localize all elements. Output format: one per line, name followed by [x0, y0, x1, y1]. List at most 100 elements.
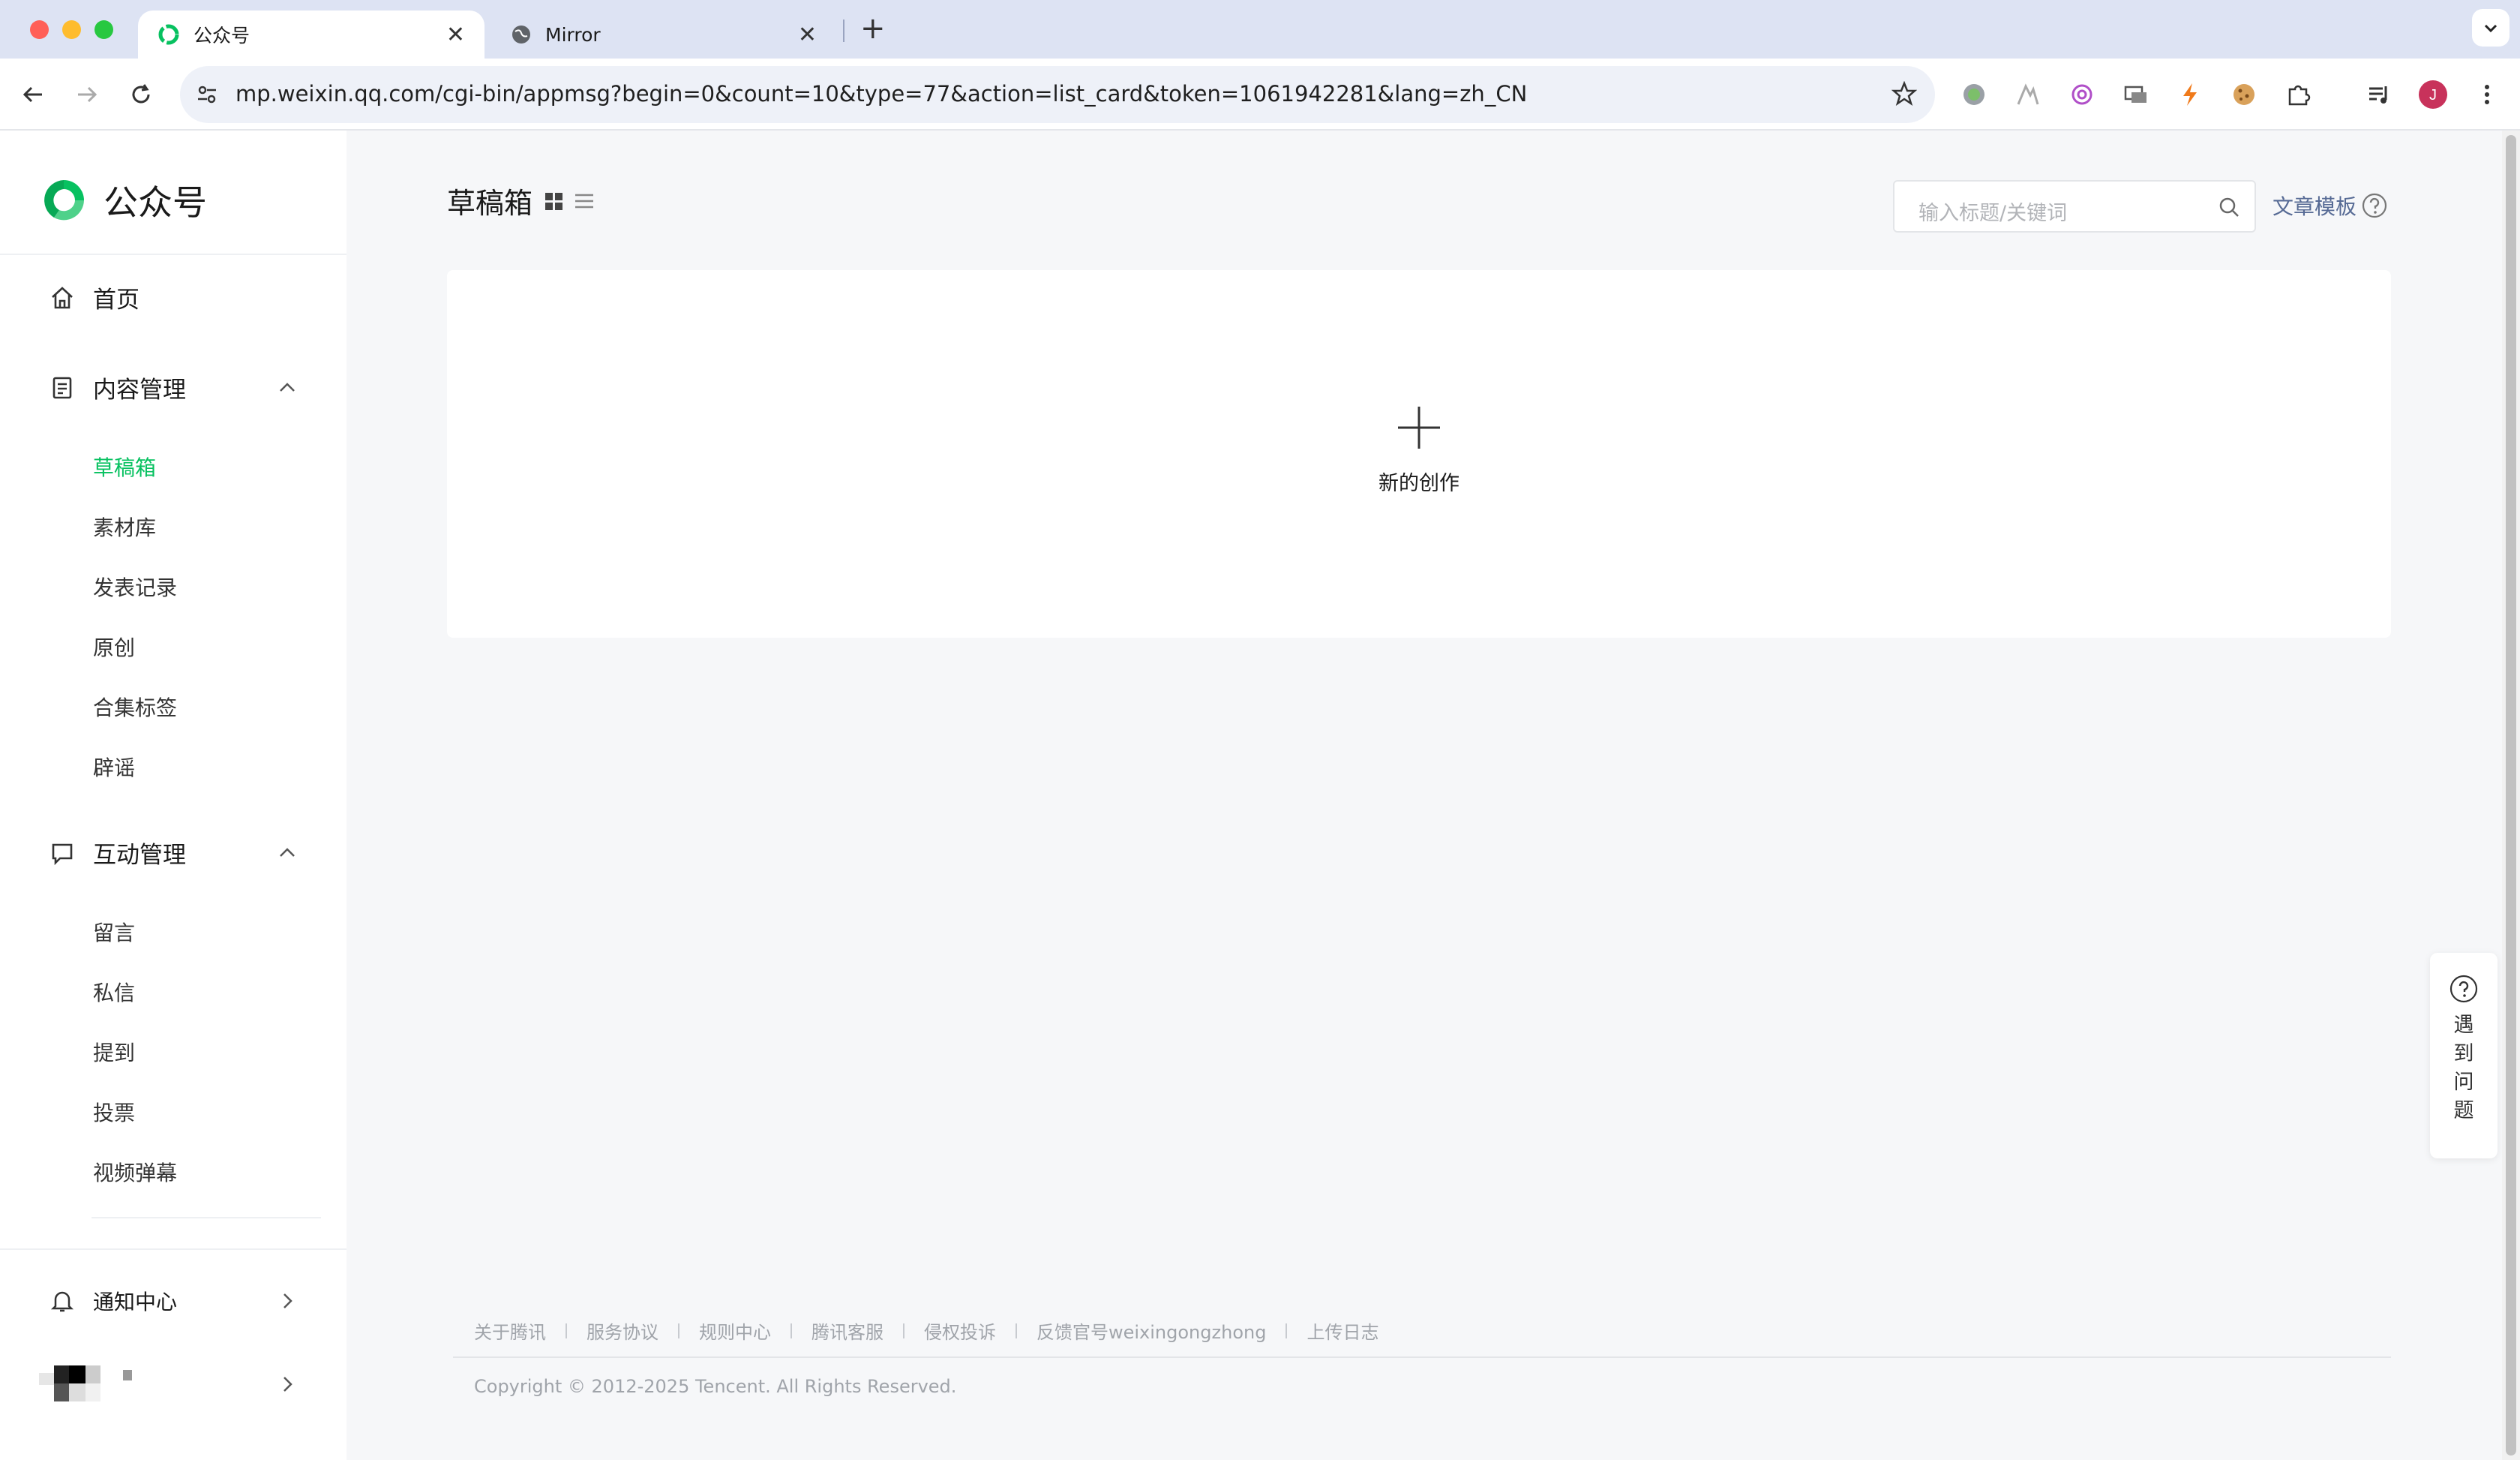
sidebar-item-messages[interactable]: 私信 — [93, 977, 135, 1007]
help-float-label: 遇 到 问 题 — [2452, 1011, 2475, 1125]
chevron-down-icon — [2484, 24, 2498, 33]
chevron-up-icon[interactable] — [276, 842, 298, 864]
profile-initial: J — [2429, 87, 2437, 104]
tab-mirror[interactable]: Mirror ✕ — [491, 11, 836, 59]
back-button[interactable] — [18, 80, 48, 110]
close-tab-icon[interactable]: ✕ — [446, 22, 465, 48]
chevron-up-icon[interactable] — [276, 377, 298, 399]
sidebar-item-video-danmaku[interactable]: 视频弹幕 — [93, 1157, 177, 1187]
weixin-favicon-icon — [158, 24, 179, 45]
sidebar-item-label: 通知中心 — [93, 1290, 178, 1314]
extensions-puzzle-icon[interactable] — [2283, 80, 2313, 110]
list-view-icon[interactable] — [573, 190, 596, 212]
sidebar-divider — [0, 1248, 346, 1250]
minimize-window-button[interactable] — [62, 20, 81, 39]
sidebar-item-notifications[interactable]: 通知中心 — [50, 1286, 304, 1316]
address-bar[interactable]: mp.weixin.qq.com/cgi-bin/appmsg?begin=0&… — [180, 66, 1935, 123]
arrow-left-icon — [22, 86, 42, 103]
footer-separator — [566, 1323, 567, 1338]
weixin-logo-icon — [44, 180, 84, 221]
url-text: mp.weixin.qq.com/cgi-bin/appmsg?begin=0&… — [236, 81, 1528, 107]
tab-weixin[interactable]: 公众号 ✕ — [138, 11, 484, 59]
extension-cookie-icon[interactable] — [2229, 80, 2259, 110]
reload-icon — [132, 84, 150, 104]
profile-avatar[interactable]: J — [2418, 80, 2448, 110]
chevron-right-icon — [284, 1293, 292, 1308]
home-icon — [52, 286, 73, 308]
browser-menu-icon[interactable] — [2472, 80, 2502, 110]
sidebar-item-collection-tags[interactable]: 合集标签 — [93, 692, 177, 722]
article-template-link[interactable]: 文章模板 — [2272, 191, 2388, 221]
new-creation-button[interactable]: 新的创作 — [1360, 405, 1478, 496]
help-circle-icon[interactable] — [2361, 192, 2388, 219]
maximize-window-button[interactable] — [94, 20, 113, 39]
footer-link-infringement[interactable]: 侵权投诉 — [924, 1317, 996, 1344]
chat-bubble-icon — [52, 843, 73, 865]
sidebar-item-rumor-refute[interactable]: 辟谣 — [93, 752, 135, 782]
sidebar-item-comments[interactable]: 留言 — [93, 917, 135, 947]
footer-separator — [1286, 1323, 1288, 1338]
footer-separator — [790, 1323, 792, 1338]
sidebar: 公众号 首页 内容管理 草稿箱 素材库 发表记录 原创 合集标签 辟谣 互动管理… — [0, 131, 346, 1460]
grid-view-icon[interactable] — [543, 190, 566, 212]
footer-link-rules[interactable]: 规则中心 — [699, 1317, 771, 1344]
footer-link-feedback[interactable]: 反馈官号weixingongzhong — [1036, 1317, 1266, 1344]
sidebar-item-home[interactable]: 首页 — [50, 281, 140, 314]
sidebar-item-votes[interactable]: 投票 — [93, 1097, 135, 1127]
help-char: 问 — [2453, 1071, 2474, 1094]
sidebar-item-mentions[interactable]: 提到 — [93, 1037, 135, 1067]
extension-openai-icon[interactable] — [2067, 80, 2097, 110]
window-controls — [30, 20, 113, 39]
sidebar-divider — [0, 254, 346, 255]
footer-separator — [903, 1323, 904, 1338]
extension-mountain-icon[interactable] — [2013, 80, 2043, 110]
avatar — [39, 1365, 132, 1401]
footer-link-support[interactable]: 腾讯客服 — [812, 1317, 884, 1344]
close-window-button[interactable] — [30, 20, 49, 39]
globe-icon — [512, 26, 530, 44]
page-scrollbar[interactable] — [2502, 131, 2520, 1460]
document-icon — [52, 377, 72, 398]
sidebar-item-drafts[interactable]: 草稿箱 — [93, 452, 156, 482]
bookmark-star-icon[interactable] — [1892, 81, 1917, 107]
site-settings-icon[interactable] — [195, 83, 219, 107]
sidebar-divider — [92, 1217, 321, 1218]
account-switcher[interactable] — [34, 1365, 304, 1403]
footer-link-about[interactable]: 关于腾讯 — [474, 1317, 546, 1344]
arrow-right-icon — [78, 86, 98, 103]
browser-tabbar: 公众号 ✕ Mirror ✕ + — [0, 0, 2520, 59]
logo[interactable]: 公众号 — [39, 176, 207, 225]
help-char: 遇 — [2453, 1014, 2474, 1037]
media-controls-icon[interactable] — [2364, 80, 2394, 110]
main-header: 草稿箱 — [447, 180, 596, 221]
search-icon[interactable] — [2217, 195, 2241, 219]
footer-divider — [453, 1356, 2391, 1358]
sidebar-group-interaction[interactable]: 互动管理 — [50, 836, 304, 870]
page-content: 公众号 首页 内容管理 草稿箱 素材库 发表记录 原创 合集标签 辟谣 互动管理… — [0, 131, 2502, 1460]
footer-link-terms[interactable]: 服务协议 — [586, 1317, 658, 1344]
article-template-label: 文章模板 — [2272, 194, 2357, 219]
new-creation-card: 新的创作 — [447, 270, 2391, 638]
forward-button[interactable] — [72, 80, 102, 110]
chevron-right-icon — [284, 1377, 292, 1392]
sidebar-item-publish-history[interactable]: 发表记录 — [93, 572, 177, 602]
sidebar-item-original[interactable]: 原创 — [93, 632, 135, 662]
search-input[interactable]: 输入标题/关键词 — [1893, 180, 2256, 233]
logo-text: 公众号 — [104, 182, 207, 223]
tab-search-button[interactable] — [2472, 9, 2510, 47]
help-char: 题 — [2453, 1099, 2474, 1122]
extension-translate-icon[interactable] — [2121, 80, 2151, 110]
extension-record-icon[interactable] — [1959, 80, 1989, 110]
scrollbar-thumb[interactable] — [2506, 135, 2516, 1455]
footer-link-upload-log[interactable]: 上传日志 — [1306, 1317, 1378, 1344]
sidebar-group-content[interactable]: 内容管理 — [50, 371, 304, 404]
sidebar-item-materials[interactable]: 素材库 — [93, 512, 156, 542]
help-float-button[interactable]: 遇 到 问 题 — [2430, 953, 2498, 1158]
help-char: 到 — [2453, 1042, 2474, 1065]
reload-button[interactable] — [126, 80, 156, 110]
extension-lightning-icon[interactable] — [2175, 80, 2205, 110]
close-tab-icon[interactable]: ✕ — [798, 22, 817, 48]
new-tab-icon[interactable]: + — [860, 14, 886, 44]
copyright-text: Copyright © 2012-2025 Tencent. All Right… — [474, 1376, 957, 1397]
footer-links: 关于腾讯 服务协议 规则中心 腾讯客服 侵权投诉 反馈官号weixingongz… — [474, 1317, 1378, 1344]
